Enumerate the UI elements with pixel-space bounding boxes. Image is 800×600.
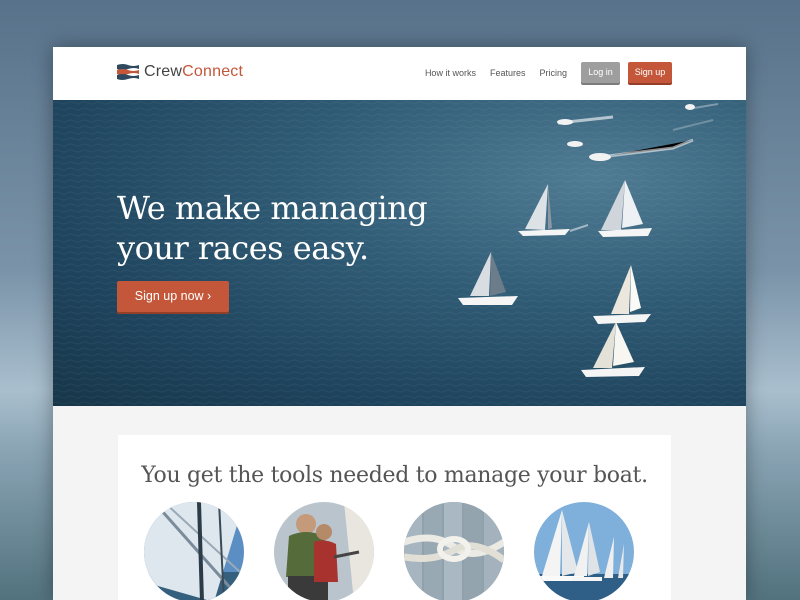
brand-name-part2: Connect — [182, 63, 244, 80]
feature-image-crew-members — [274, 502, 374, 600]
main-nav: How it works Features Pricing Log in Sig… — [411, 62, 672, 83]
logo-icon — [117, 64, 139, 80]
brand-logo[interactable]: CrewConnect — [117, 63, 243, 81]
brand-name: CrewConnect — [144, 63, 243, 81]
hero-title: We make managing your races easy. — [117, 189, 428, 267]
feature-image-sail-rigging — [144, 502, 244, 600]
feature-image-rope-knot — [404, 502, 504, 600]
hero-section: We make managing your races easy. Sign u… — [53, 100, 746, 406]
top-navigation-bar: CrewConnect How it works Features Pricin… — [53, 47, 746, 100]
browser-page: CrewConnect How it works Features Pricin… — [53, 47, 746, 600]
nav-link-features[interactable]: Features — [490, 68, 526, 78]
nav-link-how-it-works[interactable]: How it works — [425, 68, 476, 78]
signup-now-button[interactable]: Sign up now › — [117, 281, 229, 312]
feature-image-racing-boats — [534, 502, 634, 600]
brand-name-part1: Crew — [144, 63, 183, 80]
signup-button[interactable]: Sign up — [628, 62, 672, 83]
tools-section: You get the tools needed to manage your … — [118, 435, 671, 600]
tools-title: You get the tools needed to manage your … — [141, 463, 648, 488]
login-button[interactable]: Log in — [581, 62, 620, 83]
nav-link-pricing[interactable]: Pricing — [539, 68, 567, 78]
